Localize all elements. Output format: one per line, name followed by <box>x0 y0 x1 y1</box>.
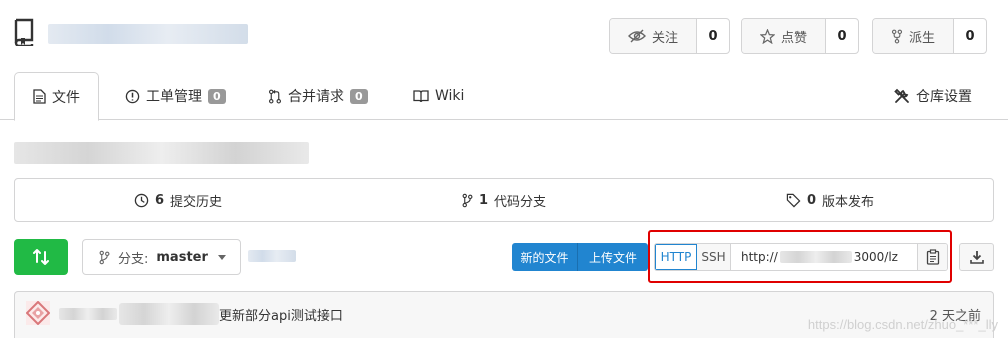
tab-pulls[interactable]: 合并请求 0 <box>268 72 368 120</box>
tab-settings-label: 仓库设置 <box>916 89 972 105</box>
fork-label: 派生 <box>909 30 936 46</box>
watch-button[interactable]: 关注 <box>610 19 698 53</box>
commits-label: 提交历史 <box>170 194 223 210</box>
download-button[interactable] <box>959 243 994 271</box>
tab-issues-label: 工单管理 <box>146 89 202 105</box>
tab-issues[interactable]: 工单管理 0 <box>125 72 226 120</box>
eye-slash-icon <box>628 29 646 43</box>
branch-selector[interactable]: 分支: master <box>82 239 241 275</box>
branch-icon <box>462 193 473 207</box>
pull-request-icon <box>269 89 281 103</box>
tab-wiki-label: Wiki <box>435 88 465 104</box>
tools-icon <box>894 88 909 103</box>
repo-description-redacted <box>14 142 309 164</box>
sync-arrows-icon <box>33 249 49 265</box>
issues-count-badge: 0 <box>208 88 226 104</box>
branches-count: 1 <box>478 192 489 208</box>
watch-label: 关注 <box>652 30 679 46</box>
tab-wiki[interactable]: Wiki <box>413 72 464 120</box>
tab-pulls-label: 合并请求 <box>288 89 344 105</box>
book-icon <box>413 89 429 102</box>
watch-group: 关注 0 <box>609 18 731 54</box>
chevron-down-icon <box>217 254 226 260</box>
download-icon <box>969 251 984 264</box>
star-count[interactable]: 0 <box>826 19 858 53</box>
releases-count: 0 <box>806 192 817 208</box>
repo-book-icon <box>14 18 34 46</box>
fork-button[interactable]: 派生 <box>873 19 955 53</box>
repo-tabbar: 文件 工单管理 0 合并请求 0 Wiki 仓库设置 <box>0 72 1008 121</box>
branch-name: master <box>156 249 208 265</box>
star-label: 点赞 <box>781 30 808 46</box>
compare-sync-button[interactable] <box>14 239 68 275</box>
fork-group: 派生 0 <box>872 18 988 54</box>
commits-count: 6 <box>154 192 165 208</box>
repo-header: 关注 0 点赞 0 派生 0 <box>0 0 1008 72</box>
tab-files-label: 文件 <box>52 89 80 106</box>
annotation-highlight-box <box>648 230 952 283</box>
repo-path-redacted[interactable] <box>248 250 296 262</box>
history-icon <box>134 193 149 207</box>
file-text-icon <box>33 89 46 104</box>
fork-icon <box>891 29 903 43</box>
releases-stat[interactable]: 0 版本发布 <box>667 179 993 221</box>
tab-settings[interactable]: 仓库设置 <box>894 72 972 120</box>
upload-file-button[interactable]: 上传文件 <box>578 243 648 271</box>
star-group: 点赞 0 <box>741 18 860 54</box>
branch-prefix: 分支: <box>118 251 149 267</box>
branches-stat[interactable]: 1 代码分支 <box>341 179 667 221</box>
commit-message[interactable]: 更新部分api测试接口 <box>219 305 343 324</box>
star-button[interactable]: 点赞 <box>742 19 827 53</box>
tag-icon <box>786 193 801 207</box>
info-circle-icon <box>125 89 140 103</box>
new-file-button[interactable]: 新的文件 <box>512 243 578 271</box>
pulls-count-badge: 0 <box>350 88 368 104</box>
repo-title-redacted[interactable] <box>48 24 248 44</box>
branches-label: 代码分支 <box>494 194 547 210</box>
commits-stat[interactable]: 6 提交历史 <box>15 179 341 221</box>
csdn-watermark: https://blog.csdn.net/zhuo_***_lly <box>807 317 998 332</box>
commit-author-redacted[interactable] <box>59 308 117 320</box>
branch-icon <box>99 250 110 264</box>
watch-count[interactable]: 0 <box>697 19 729 53</box>
commit-sha-redacted[interactable] <box>119 303 219 325</box>
star-icon <box>760 28 775 44</box>
avatar[interactable] <box>26 301 50 325</box>
tab-files[interactable]: 文件 <box>14 72 99 121</box>
releases-label: 版本发布 <box>822 194 875 210</box>
repo-stats-strip: 6 提交历史 1 代码分支 0 版本发布 <box>14 178 994 222</box>
fork-count[interactable]: 0 <box>954 19 986 53</box>
